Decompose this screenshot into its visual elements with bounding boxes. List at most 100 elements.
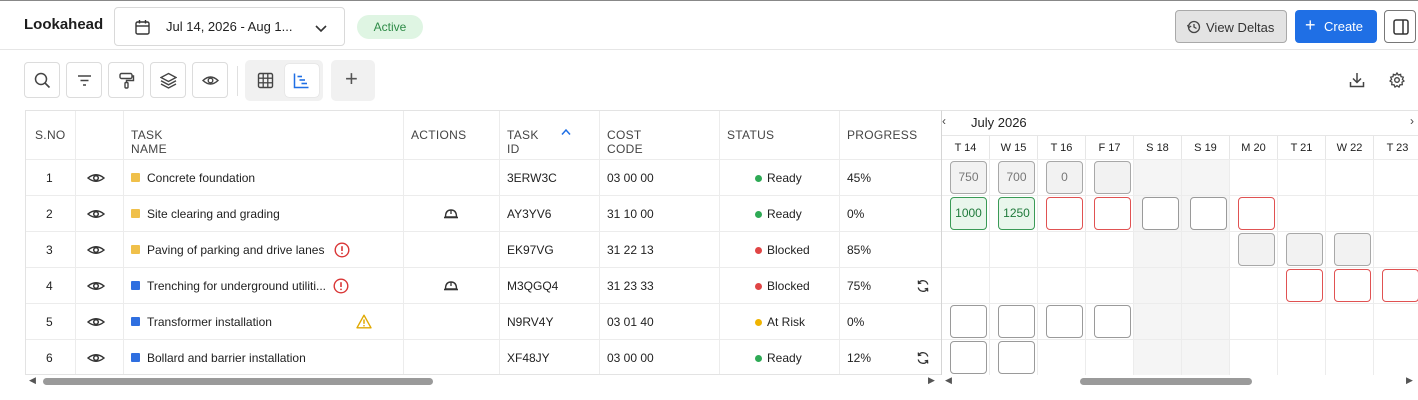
task-name[interactable]: Trenching for underground utiliti... [147, 279, 326, 293]
gantt-day-cell[interactable]: 1000 [950, 197, 987, 230]
gantt-row: 750 700 0 [942, 159, 1418, 195]
gantt-day-cell[interactable] [950, 341, 987, 374]
create-label: Create [1324, 19, 1364, 34]
table-horizontal-scrollbar[interactable]: ◀ ▶ [25, 375, 941, 387]
error-alert-icon[interactable] [334, 242, 350, 261]
scroll-left-arrow[interactable]: ◀ [29, 375, 36, 386]
layers-icon [160, 72, 177, 89]
task-name[interactable]: Paving of parking and drive lanes [147, 243, 324, 257]
gantt-day-cell[interactable]: 1250 [998, 197, 1035, 230]
eye-icon[interactable] [86, 351, 106, 368]
gantt-day-cell[interactable] [1142, 197, 1179, 230]
gantt-day-cell[interactable] [998, 341, 1035, 374]
gantt-day-cell[interactable] [1094, 197, 1131, 230]
gantt-day-cell[interactable] [1046, 197, 1083, 230]
header-cost-code[interactable]: COST CODE [607, 128, 643, 156]
create-button[interactable]: + Create [1295, 10, 1377, 43]
gantt-view-button[interactable] [285, 64, 319, 97]
row-sno: 4 [46, 279, 53, 293]
gantt-day-cell[interactable] [1094, 305, 1131, 338]
scroll-left-arrow[interactable]: ◀ [945, 375, 952, 386]
gantt-day-cell[interactable] [1334, 269, 1371, 302]
gantt-day-header: T 23 [1374, 135, 1418, 159]
task-id: AY3YV6 [507, 207, 552, 221]
table-scroll-thumb[interactable] [43, 378, 433, 385]
header-status[interactable]: STATUS [727, 128, 774, 142]
visibility-button[interactable] [192, 62, 228, 98]
gantt-day-cell[interactable] [1382, 269, 1418, 302]
filter-button[interactable] [66, 62, 102, 98]
task-name[interactable]: Concrete foundation [147, 171, 255, 185]
table-row[interactable]: 6 Bollard and barrier installation XF48JY 0… [26, 339, 941, 374]
task-color-marker [131, 317, 140, 326]
status-text: Blocked [767, 279, 810, 293]
eye-icon[interactable] [86, 279, 106, 296]
grid-view-button[interactable] [249, 64, 282, 97]
view-deltas-label: View Deltas [1206, 20, 1275, 35]
gantt-day-cell[interactable]: 0 [1046, 161, 1083, 194]
download-icon[interactable] [1349, 72, 1365, 91]
warning-alert-icon[interactable] [356, 314, 372, 332]
gantt-day-cell[interactable]: 700 [998, 161, 1035, 194]
gantt-day-cell[interactable]: 750 [950, 161, 987, 194]
gantt-day-cell[interactable] [1286, 269, 1323, 302]
table-row[interactable]: 1 Concrete foundation 3ERW3C 03 00 00 Ready 4… [26, 159, 941, 195]
task-name[interactable]: Transformer installation [147, 315, 272, 329]
eye-icon[interactable] [86, 243, 106, 260]
header-sno[interactable]: S.NO [35, 128, 66, 142]
format-button[interactable] [108, 62, 144, 98]
status-dot [755, 247, 762, 254]
gantt-next-arrow[interactable]: › [1410, 114, 1414, 128]
header-progress[interactable]: PROGRESS [847, 128, 917, 142]
view-deltas-button[interactable]: View Deltas [1175, 10, 1287, 43]
sync-icon[interactable] [916, 279, 930, 296]
add-view-button[interactable]: + [331, 60, 375, 101]
sort-asc-icon[interactable] [561, 125, 571, 139]
toggle-panel-button[interactable] [1384, 10, 1416, 43]
scroll-right-arrow[interactable]: ▶ [1406, 375, 1413, 386]
eye-icon[interactable] [86, 171, 106, 188]
table-row[interactable]: 2 Site clearing and grading AY3YV6 31 10 00… [26, 195, 941, 231]
search-button[interactable] [24, 62, 60, 98]
gantt-view-icon [293, 73, 309, 89]
header-task-name[interactable]: TASK NAME [131, 128, 167, 156]
gantt-day-cell[interactable] [1286, 233, 1323, 266]
hard-hat-icon[interactable] [443, 207, 459, 224]
eye-icon[interactable] [86, 207, 106, 224]
gantt-day-cell[interactable] [1238, 233, 1275, 266]
eye-icon [202, 76, 219, 85]
table-row[interactable]: 3 Paving of parking and drive lanes EK97VG… [26, 231, 941, 267]
gantt-prev-arrow[interactable]: ‹ [942, 114, 946, 128]
gantt-day-cell[interactable] [950, 305, 987, 338]
toolbar-divider [237, 66, 238, 96]
gantt-day-cell[interactable] [998, 305, 1035, 338]
settings-gear-icon[interactable] [1388, 71, 1406, 91]
gantt-horizontal-scrollbar[interactable]: ◀ ▶ [941, 375, 1418, 387]
hard-hat-icon[interactable] [443, 279, 459, 296]
gantt-day-cell[interactable] [1190, 197, 1227, 230]
table-row[interactable]: 5 Transformer installation N9RV4Y 03 01 40 A… [26, 303, 941, 339]
gantt-scroll-thumb[interactable] [1080, 378, 1252, 385]
gantt-day-header: S 18 [1134, 135, 1182, 159]
gantt-day-cell[interactable] [1238, 197, 1275, 230]
sync-icon[interactable] [916, 351, 930, 368]
gantt-day-header: T 16 [1038, 135, 1086, 159]
gantt-day-cell[interactable] [1046, 305, 1083, 338]
layers-button[interactable] [150, 62, 186, 98]
header-actions[interactable]: ACTIONS [411, 128, 466, 142]
header-task-id[interactable]: TASK ID [507, 128, 539, 156]
cost-code: 03 00 00 [607, 351, 654, 365]
gantt-day-cell[interactable] [1334, 233, 1371, 266]
task-name[interactable]: Bollard and barrier installation [147, 351, 306, 365]
error-alert-icon[interactable] [333, 278, 349, 297]
history-icon [1186, 20, 1201, 37]
task-name[interactable]: Site clearing and grading [147, 207, 280, 221]
progress-value: 85% [847, 243, 872, 257]
scroll-right-arrow[interactable]: ▶ [928, 375, 935, 386]
cost-code: 31 10 00 [607, 207, 654, 221]
gantt-day-cell[interactable] [1094, 161, 1131, 194]
eye-icon[interactable] [86, 315, 106, 332]
status-dot [755, 175, 762, 182]
table-row[interactable]: 4 Trenching for underground utiliti... M3Q… [26, 267, 941, 303]
date-range-picker[interactable]: Jul 14, 2026 - Aug 1... [114, 7, 345, 46]
